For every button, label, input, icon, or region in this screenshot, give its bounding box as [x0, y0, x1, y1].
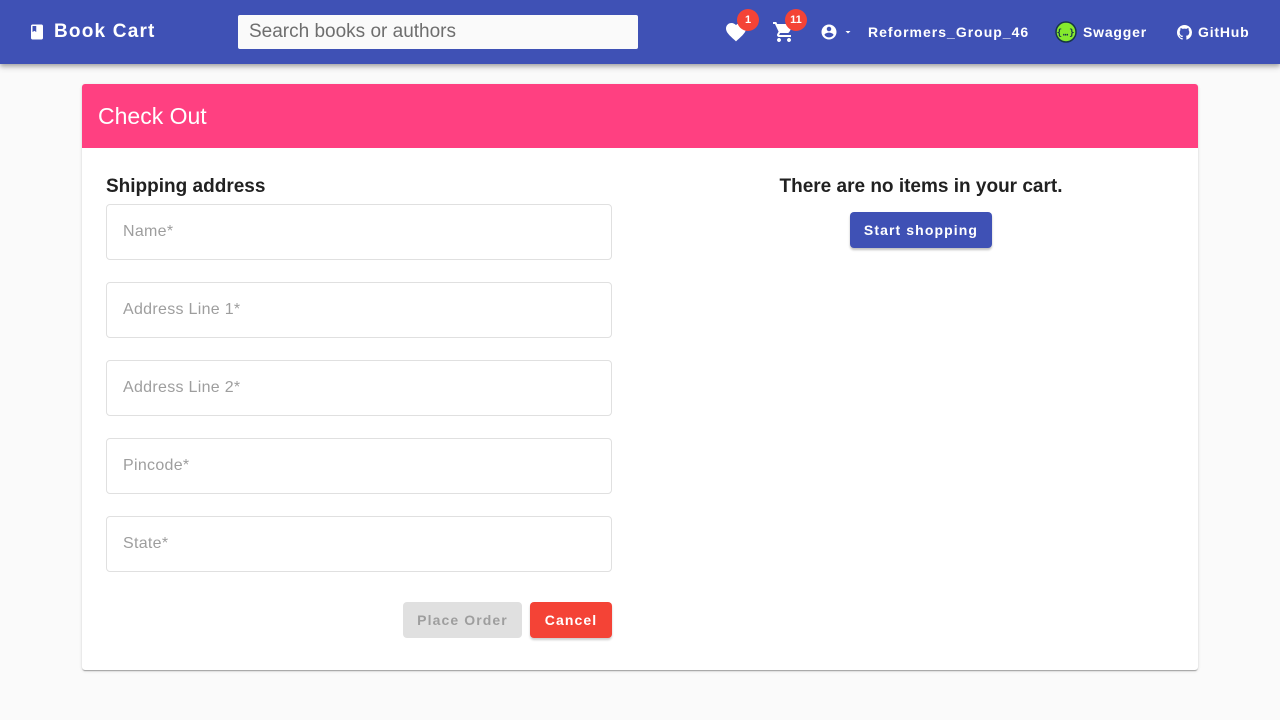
svg-text:{…}: {…}	[1057, 29, 1076, 39]
pincode-field[interactable]	[106, 438, 612, 494]
search-input[interactable]	[238, 15, 638, 49]
place-order-button[interactable]: Place Order	[403, 602, 522, 638]
github-icon	[1177, 24, 1192, 40]
swagger-icon: {…}	[1055, 21, 1077, 43]
address-line-1-field[interactable]	[106, 282, 612, 338]
account-circle-icon	[821, 24, 837, 40]
swagger-link[interactable]: {…} Swagger	[1055, 20, 1147, 44]
wishlist-count-badge: 1	[737, 9, 759, 31]
shipping-address-title: Shipping address	[106, 176, 266, 197]
checkout-card: Check Out Shipping address Place Order C…	[82, 84, 1198, 670]
wishlist-button[interactable]: 1	[724, 9, 759, 44]
github-label: GitHub	[1198, 24, 1250, 40]
address-line-2-field[interactable]	[106, 360, 612, 416]
start-shopping-button[interactable]: Start shopping	[850, 212, 992, 248]
cart-button[interactable]: 11	[772, 9, 807, 44]
cart-count-badge: 11	[785, 9, 807, 31]
username-label: Reformers_Group_46	[868, 24, 1030, 40]
name-field[interactable]	[106, 204, 612, 260]
state-field[interactable]	[106, 516, 612, 572]
user-menu-button[interactable]: Reformers_Group_46	[820, 20, 1029, 44]
top-toolbar: Book Cart 1 11 Reformers_Group_46 {…} Sw…	[0, 0, 1280, 64]
github-link[interactable]: GitHub	[1177, 20, 1249, 44]
empty-cart-message: There are no items in your cart.	[779, 176, 1063, 197]
brand-title: Book Cart	[54, 21, 156, 42]
cancel-button[interactable]: Cancel	[530, 602, 612, 638]
caret-down-icon	[845, 31, 851, 34]
book-icon	[31, 24, 43, 40]
brand-link[interactable]: Book Cart	[28, 20, 156, 44]
checkout-title: Check Out	[98, 102, 207, 129]
checkout-header: Check Out	[82, 84, 1198, 148]
swagger-label: Swagger	[1083, 24, 1147, 40]
